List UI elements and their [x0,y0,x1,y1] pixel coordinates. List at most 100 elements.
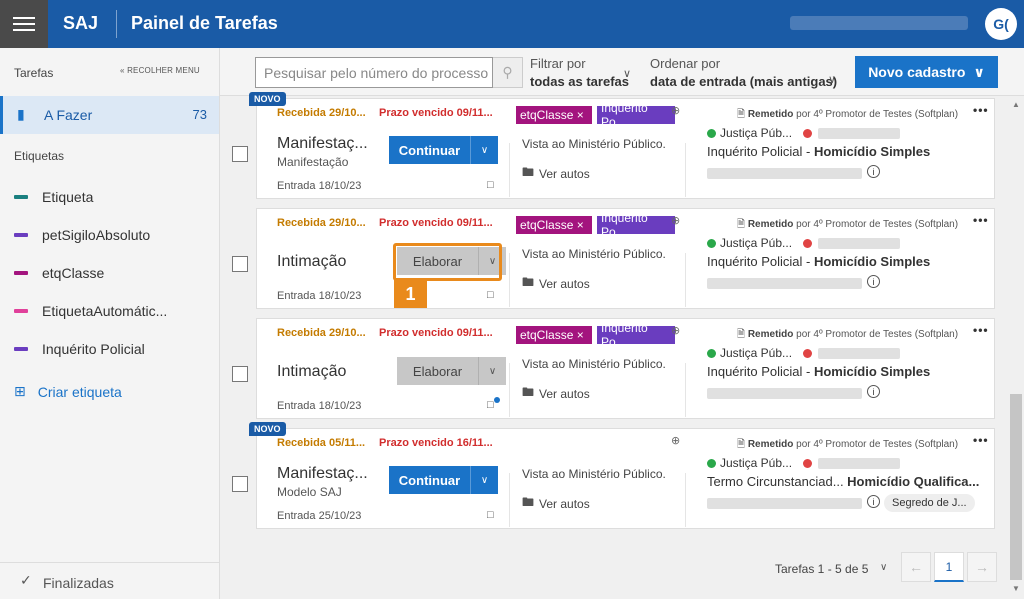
tag-chip-etqclasse[interactable]: etqClasse × [516,326,592,344]
entry-date: Entrada 18/10/23 [277,290,362,302]
view-records-link[interactable]: 🖿 Ver autos [522,493,590,514]
chevron-down-icon[interactable]: ∨ [470,466,498,494]
add-tag-icon[interactable]: ⊕ [671,434,680,447]
tag-chip-etqclasse[interactable]: etqClasse × [516,216,592,234]
sent-by-text: por 4º Promotor de Testes (Softplan) [793,329,959,340]
inactive-status-icon [803,129,812,138]
sidebar-tag-inquerito-policial[interactable]: Inquérito Policial [14,339,145,359]
unread-comment-dot [494,397,500,403]
active-status-icon [707,238,716,248]
tag-color-swatch [14,309,28,313]
info-icon[interactable]: i [867,275,880,288]
tag-chip-inquerito[interactable]: Inquérito Po... [597,211,675,239]
divider [509,363,510,417]
sidebar-tag-petsigiloabsoluto[interactable]: petSigiloAbsoluto [14,225,150,245]
add-tag-icon[interactable]: ⊕ [671,214,680,227]
task-card[interactable]: Recebida 29/10... Prazo vencido 09/11...… [256,318,995,419]
info-icon[interactable]: i [867,165,880,178]
search-input[interactable]: Pesquisar pelo número do processo [255,57,493,88]
continue-button[interactable]: Continuar [389,466,470,494]
view-records-label: Ver autos [539,166,590,181]
previous-page-button[interactable]: ← [901,552,931,582]
order-dropdown[interactable]: Ordenar por data de entrada (mais antiga… [650,56,837,89]
comment-icon[interactable]: □ [487,399,494,411]
header-divider [116,10,117,38]
view-records-link[interactable]: 🖿 Ver autos [522,383,590,404]
scroll-up-icon[interactable]: ▲ [1012,100,1020,109]
comment-icon[interactable]: □ [487,289,494,301]
task-checkbox[interactable] [232,146,248,162]
process-class-text: Inquérito Policial - [707,144,814,159]
chevron-down-icon: ∨ [828,74,837,86]
sidebar-tag-etiqueta[interactable]: Etiqueta [14,187,93,207]
current-page-button[interactable]: 1 [934,552,964,582]
redacted-process-number [707,168,862,179]
create-label-button[interactable]: ⊞ Criar etiqueta [14,383,122,400]
scrollbar-thumb[interactable] [1010,394,1022,580]
avatar[interactable]: G( [985,8,1017,40]
task-description: Vista ao Ministério Público. [522,467,666,481]
new-register-button[interactable]: Novo cadastro ∨ [855,56,998,88]
sent-label: Remetido [747,439,794,450]
comment-icon[interactable]: □ [487,509,494,521]
tag-chip-inquerito[interactable]: Inquérito Po... [597,321,675,349]
folder-icon: 🖿 [522,495,535,509]
next-page-button[interactable]: → [967,552,997,582]
entry-date: Entrada 25/10/23 [277,510,362,522]
more-options-icon[interactable]: ••• [973,323,989,337]
elaborate-button[interactable]: Elaborar [397,357,478,385]
continue-button[interactable]: Continuar [389,136,470,164]
sidebar-item-label: A Fazer [44,107,93,123]
task-card[interactable]: NOVO Recebida 05/11... Prazo vencido 16/… [249,422,995,529]
task-checkbox[interactable] [232,366,248,382]
bookmark-icon: ▮ [17,106,25,122]
scrollbar[interactable]: ▲ ▼ [1008,96,1024,599]
add-tag-icon[interactable]: ⊕ [671,324,680,337]
info-icon[interactable]: i [867,495,880,508]
process-class-text: Inquérito Policial - [707,364,814,379]
filter-dropdown[interactable]: Filtrar por todas as tarefas [530,56,629,89]
chevron-down-icon[interactable]: ∨ [478,357,506,385]
add-tag-icon[interactable]: ⊕ [671,104,680,117]
process-class: Inquérito Policial - Homicídio Simples [707,144,930,159]
task-checkbox[interactable] [232,476,248,492]
sidebar-tag-etqclasse[interactable]: etqClasse [14,263,104,283]
collapse-menu-button[interactable]: « RECOLHER MENU [120,66,200,75]
search-icon[interactable]: ⚲ [493,57,523,88]
view-records-link[interactable]: 🖿 Ver autos [522,273,590,294]
sent-by-text: por 4º Promotor de Testes (Softplan) [793,439,959,450]
sidebar-tag-etiquetaautomatica[interactable]: EtiquetaAutomátic... [14,301,167,321]
divider [685,253,686,307]
received-date: Recebida 29/10... [277,217,366,229]
sent-label: Remetido [747,329,794,340]
task-checkbox[interactable] [232,256,248,272]
more-options-icon[interactable]: ••• [973,433,989,447]
more-options-icon[interactable]: ••• [973,213,989,227]
tag-chip-inquerito[interactable]: Inquérito Po... [597,101,675,129]
tag-chip-etqclasse[interactable]: etqClasse × [516,106,592,124]
task-card[interactable]: Recebida 29/10... Prazo vencido 09/11...… [256,208,995,309]
sent-by-text: por 4º Promotor de Testes (Softplan) [793,219,959,230]
view-records-link[interactable]: 🖿 Ver autos [522,163,590,184]
scroll-down-icon[interactable]: ▼ [1012,584,1020,593]
folder-icon: 🖿 [522,385,535,399]
tag-label: petSigiloAbsoluto [42,227,151,243]
menu-icon[interactable] [0,0,48,48]
create-label-text: Criar etiqueta [37,383,122,400]
sent-by: 🗎 Remetido por 4º Promotor de Testes (So… [737,329,959,340]
folder-icon: 🖿 [522,165,535,179]
info-icon[interactable]: i [867,385,880,398]
sidebar-item-a-fazer[interactable]: ▮ A Fazer 73 [0,96,219,134]
chevron-down-icon[interactable]: ∨ [470,136,498,164]
task-card[interactable]: NOVO Recebida 29/10... Prazo vencido 09/… [249,92,995,199]
deadline-status: Prazo vencido 09/11... [379,327,493,339]
comment-icon[interactable]: □ [487,179,494,191]
more-options-icon[interactable]: ••• [973,103,989,117]
sidebar: Tarefas « RECOLHER MENU ▮ A Fazer 73 Eti… [0,48,220,599]
chevron-down-icon[interactable]: ∨ [880,562,887,573]
inactive-status-icon [803,459,812,468]
redacted-process-number [707,388,862,399]
process-class: Inquérito Policial - Homicídio Simples [707,254,930,269]
sidebar-item-finalizadas[interactable]: ✓ Finalizadas [0,562,219,599]
elaborate-button-group: Elaborar ∨ [397,357,506,385]
